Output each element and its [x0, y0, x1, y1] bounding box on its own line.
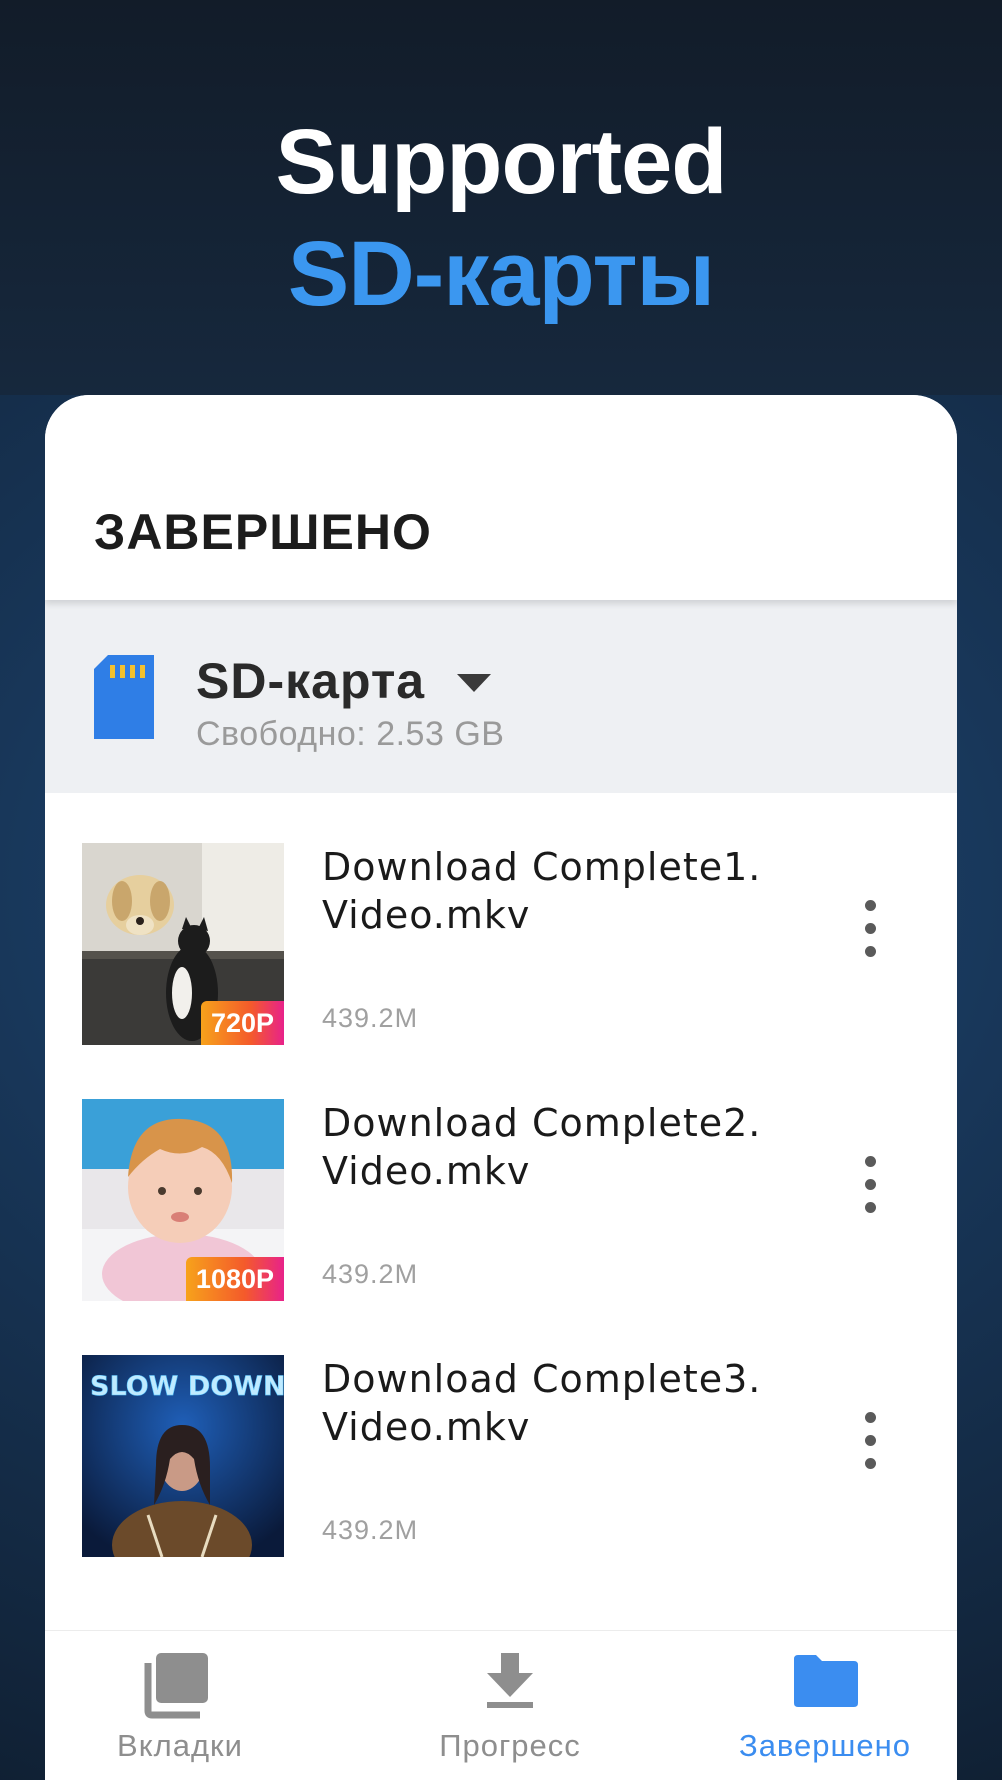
- hero-title: Supported: [275, 111, 728, 213]
- tab-tabs-label: Вкладки: [117, 1728, 243, 1763]
- app-screen: ЗАВЕРШЕНО SD-карта Свободно: 2.53 GB 720…: [45, 395, 957, 1780]
- item-size: 439.2M: [322, 1515, 419, 1545]
- tab-completed-label: Завершено: [738, 1728, 912, 1763]
- item-title[interactable]: Download Complete2. Video.mkv: [322, 1099, 822, 1195]
- more-options-icon[interactable]: [855, 1412, 885, 1469]
- item-size: 439.2M: [322, 1259, 419, 1289]
- dropdown-caret-icon[interactable]: [457, 674, 491, 692]
- tab-progress[interactable]: Прогресс: [420, 1631, 600, 1780]
- download-icon: [487, 1653, 533, 1708]
- hero-subtitle: SD-карты: [287, 223, 715, 325]
- tab-completed[interactable]: Завершено: [730, 1631, 920, 1780]
- storage-name[interactable]: SD-карта: [196, 652, 425, 710]
- page-title: ЗАВЕРШЕНО: [94, 504, 432, 560]
- quality-badge: 720P: [200, 1001, 284, 1045]
- item-title[interactable]: Download Complete1. Video.mkv: [322, 843, 822, 939]
- list-item[interactable]: SLOW DOWN Download Complete3. Video.mkv …: [45, 1355, 957, 1557]
- item-title[interactable]: Download Complete3. Video.mkv: [322, 1355, 822, 1451]
- storage-free-space: Свободно: 2.53 GB: [196, 715, 505, 753]
- video-thumbnail[interactable]: 1080P: [82, 1099, 284, 1301]
- item-size: 439.2M: [322, 1003, 419, 1033]
- item-title-line2: Video.mkv: [322, 893, 531, 937]
- folder-icon: [794, 1655, 858, 1707]
- app-header: ЗАВЕРШЕНО: [45, 395, 957, 600]
- video-thumbnail[interactable]: SLOW DOWN: [82, 1355, 284, 1557]
- more-options-icon[interactable]: [855, 1156, 885, 1213]
- tabs-icon: [144, 1653, 208, 1719]
- more-options-icon[interactable]: [855, 900, 885, 957]
- item-title-line1: Download Complete3.: [322, 1357, 762, 1401]
- list-item[interactable]: 1080P Download Complete2. Video.mkv 439.…: [45, 1099, 957, 1301]
- video-thumbnail[interactable]: 720P: [82, 843, 284, 1045]
- list-item[interactable]: 720P Download Complete1. Video.mkv 439.2…: [45, 843, 957, 1045]
- quality-badge: 1080P: [185, 1257, 284, 1301]
- item-title-line1: Download Complete2.: [322, 1101, 762, 1145]
- tab-progress-label: Прогресс: [439, 1728, 581, 1763]
- storage-selector[interactable]: SD-карта Свободно: 2.53 GB: [45, 600, 957, 793]
- sd-card-icon: [94, 655, 154, 739]
- neon-portrait-thumbnail-image: SLOW DOWN: [82, 1355, 284, 1557]
- tab-tabs[interactable]: Вкладки: [95, 1631, 265, 1780]
- svg-text:SLOW DOWN: SLOW DOWN: [90, 1371, 284, 1402]
- item-title-line2: Video.mkv: [322, 1405, 531, 1449]
- hero-banner: Supported SD-карты: [0, 0, 1002, 395]
- item-title-line2: Video.mkv: [322, 1149, 531, 1193]
- item-title-line1: Download Complete1.: [322, 845, 762, 889]
- bottom-navigation: Вкладки Прогресс Завершено: [45, 1630, 957, 1780]
